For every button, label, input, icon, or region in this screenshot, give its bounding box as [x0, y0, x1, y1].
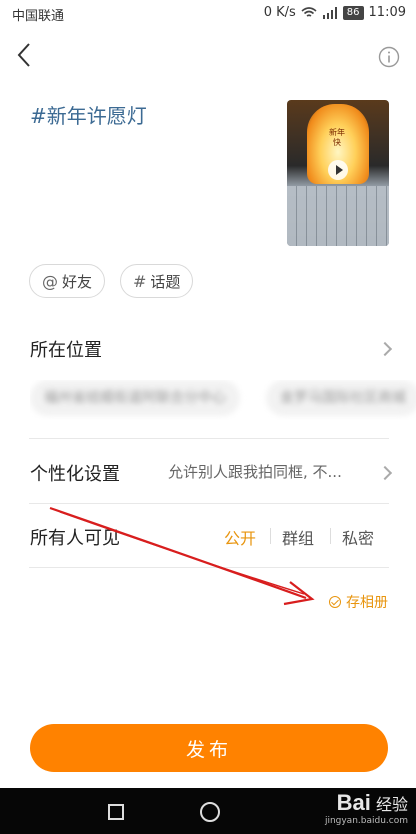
system-nav-bar: Bai 经验 jingyan.baidu.com — [0, 788, 416, 834]
watermark-url: jingyan.baidu.com — [324, 816, 408, 826]
save-to-album-toggle[interactable]: 存相册 — [329, 592, 388, 612]
personalization-row-title[interactable]: 个性化设置 — [30, 460, 120, 486]
hashtag-icon: # — [133, 271, 147, 291]
battery-indicator: 86 — [342, 5, 364, 20]
visibility-option-public[interactable]: 公开 — [224, 525, 256, 549]
divider — [29, 503, 389, 504]
info-icon[interactable] — [378, 46, 400, 68]
location-suggestion[interactable]: 金罗马国际社区商城 — [266, 380, 416, 416]
check-circle-icon — [329, 596, 341, 608]
signal-icon — [322, 6, 337, 19]
visibility-option-private[interactable]: 私密 — [342, 525, 374, 549]
mention-friend-label: 好友 — [62, 272, 93, 291]
baidu-watermark: Bai 经验 jingyan.baidu.com — [325, 790, 408, 826]
post-topic-text[interactable]: #新年许愿灯 — [30, 100, 147, 129]
save-to-album-label: 存相册 — [346, 595, 388, 611]
status-bar: 中国联通 0 K/s 86 11:09 — [0, 0, 416, 28]
personalization-value[interactable]: 允许别人跟我拍同框, 不... — [168, 461, 342, 482]
publish-button[interactable]: 发布 — [30, 724, 388, 772]
at-sign-icon: @ — [42, 271, 58, 291]
watermark-sub: 经验 — [375, 795, 408, 814]
option-separator — [270, 528, 271, 544]
recent-apps-icon[interactable] — [108, 804, 124, 820]
add-topic-label: 话题 — [150, 272, 181, 291]
watermark-brand: Bai — [336, 790, 371, 815]
divider — [29, 567, 389, 568]
play-icon[interactable] — [328, 160, 348, 180]
video-thumbnail[interactable]: 新年快 — [287, 100, 389, 246]
network-speed: 0 K/s — [263, 5, 296, 20]
keyboard-image — [287, 186, 389, 246]
carrier-label: 中国联通 — [12, 9, 65, 24]
mention-friend-chip[interactable]: @ 好友 — [29, 264, 106, 298]
divider — [29, 438, 389, 439]
location-suggestions: 福州省结婚街道阿联合分中心 金罗马国际社区商城 — [30, 380, 416, 420]
status-right: 0 K/s 86 11:09 — [264, 5, 406, 20]
thumbnail-caption: 新年快 — [329, 128, 345, 147]
location-chevron-icon[interactable] — [377, 341, 393, 357]
back-arrow-icon[interactable] — [12, 40, 36, 70]
wifi-icon — [301, 6, 317, 17]
personalization-chevron-icon[interactable] — [377, 465, 393, 481]
location-row-title[interactable]: 所在位置 — [30, 336, 102, 362]
location-suggestion[interactable]: 福州省结婚街道阿联合分中心 — [30, 380, 240, 416]
visibility-row-title: 所有人可见 — [30, 528, 120, 549]
home-icon[interactable] — [200, 802, 220, 822]
clock: 11:09 — [368, 5, 406, 20]
visibility-option-group[interactable]: 群组 — [282, 525, 314, 549]
add-topic-chip[interactable]: # 话题 — [120, 264, 194, 298]
option-separator — [330, 528, 331, 544]
